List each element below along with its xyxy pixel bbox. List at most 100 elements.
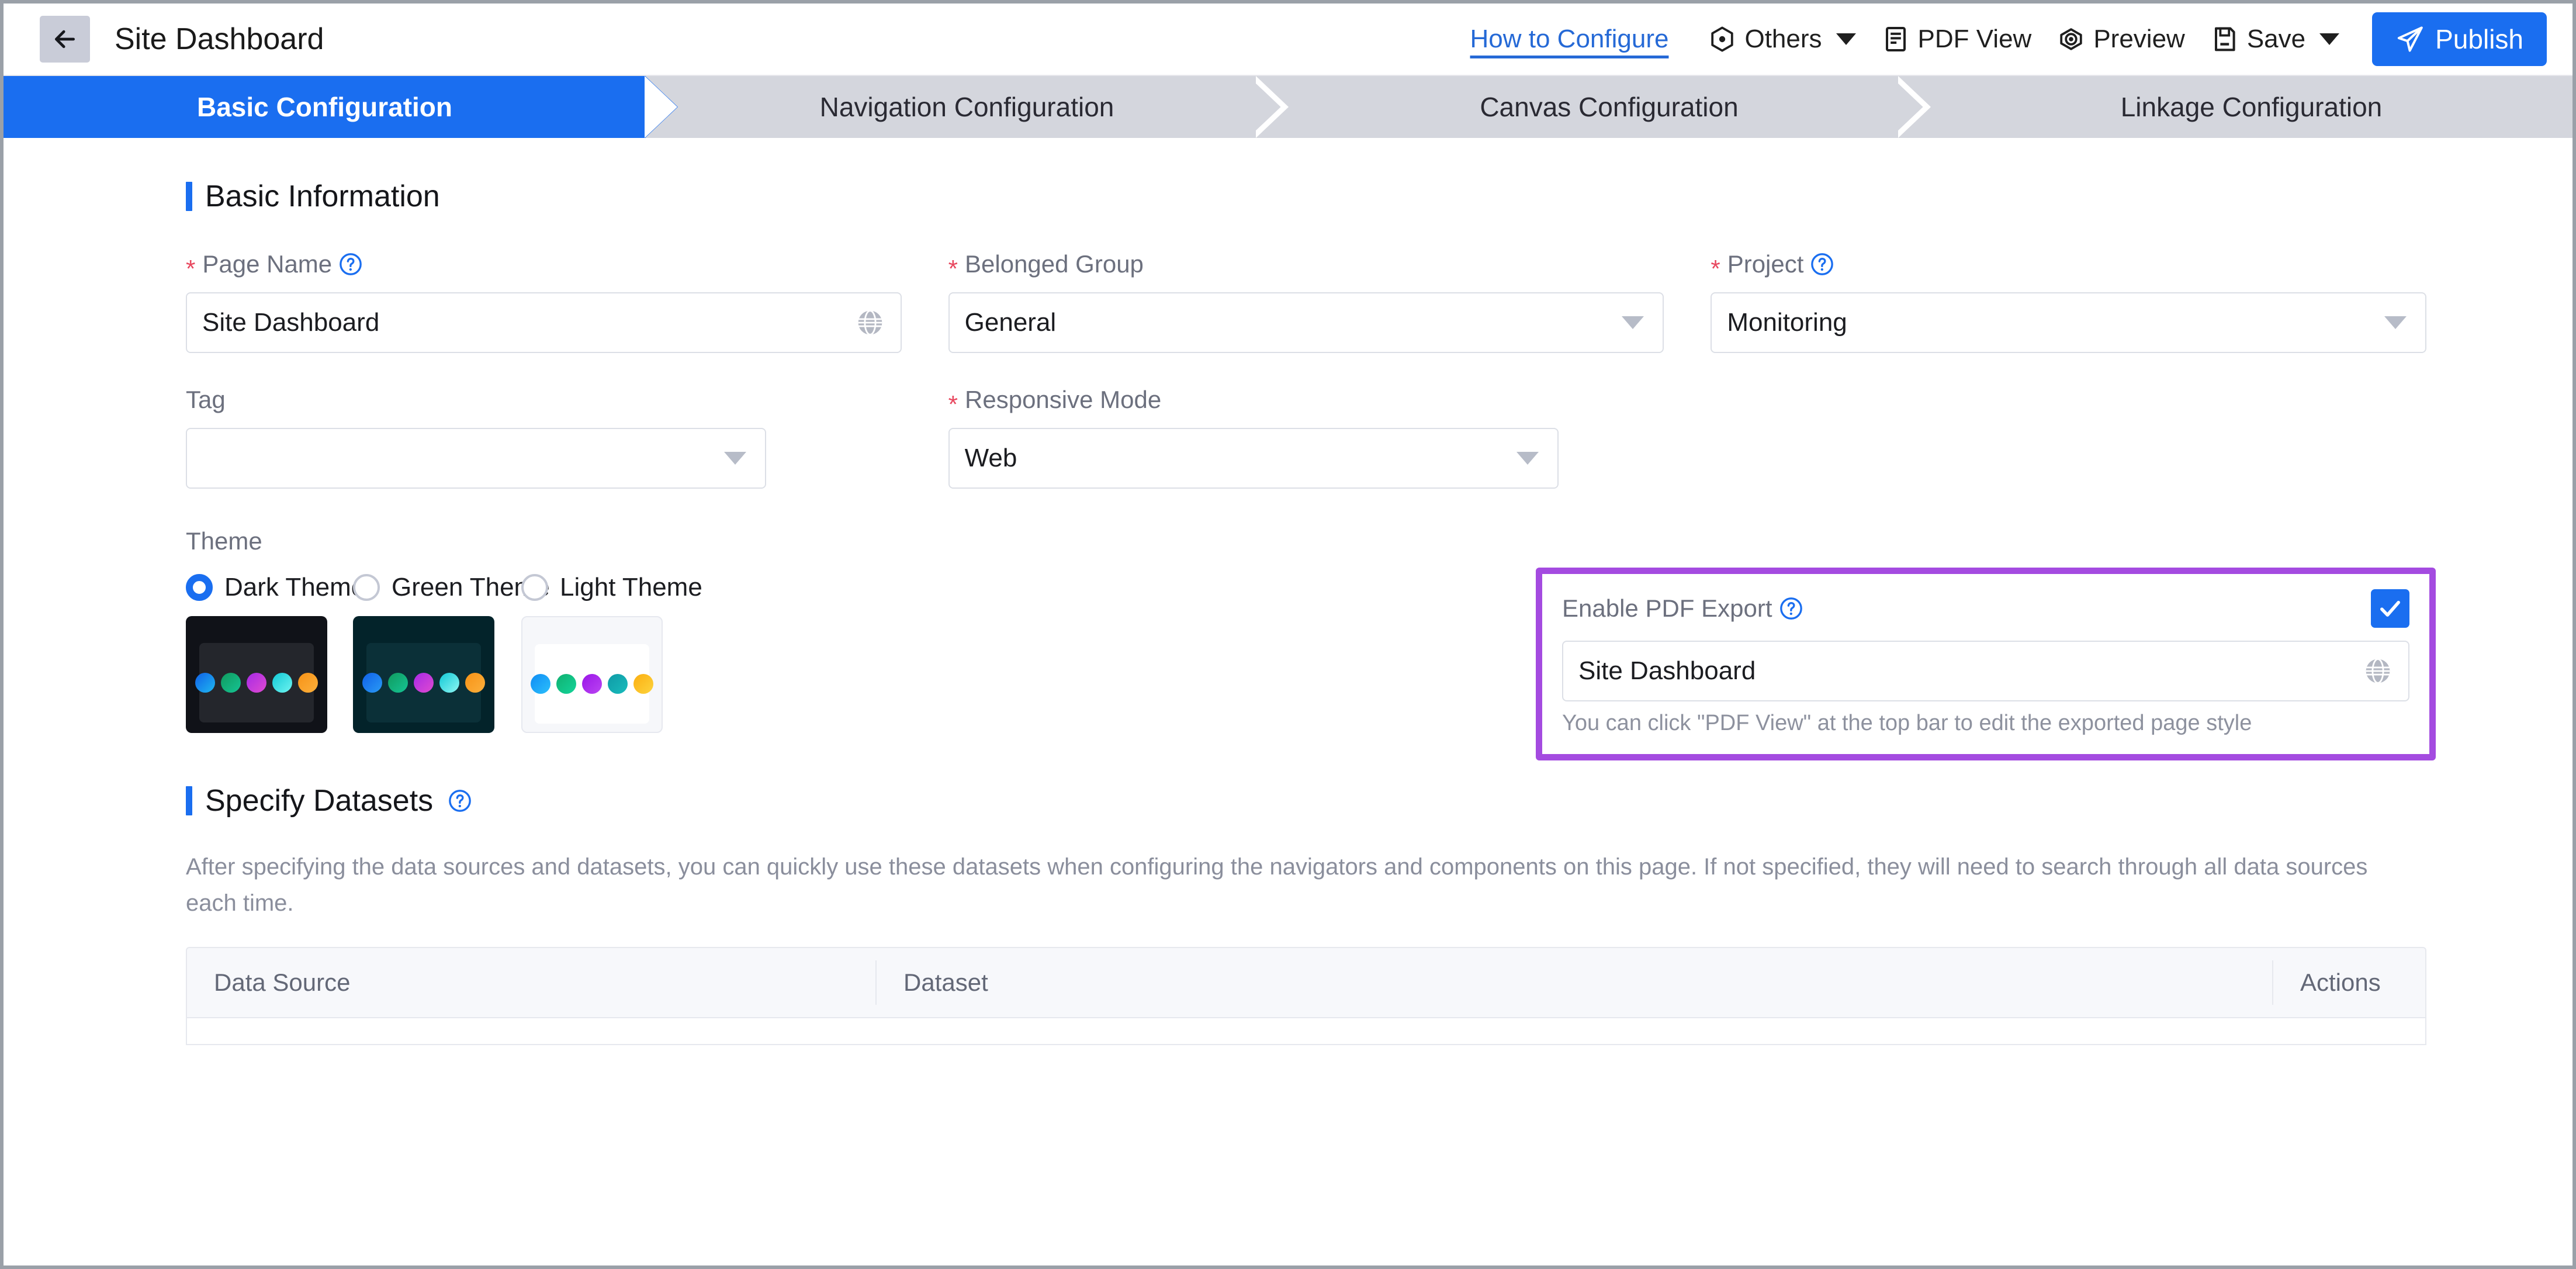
swatch-dot-1 bbox=[195, 673, 215, 693]
help-circle-icon[interactable] bbox=[448, 789, 472, 812]
specify-datasets-heading: Specify Datasets bbox=[186, 783, 2572, 818]
field-tag: Tag bbox=[186, 386, 902, 489]
pdf-export-name-input[interactable]: Site Dashboard bbox=[1562, 641, 2409, 701]
page-name-value: Site Dashboard bbox=[202, 308, 380, 337]
help-circle-icon[interactable] bbox=[339, 253, 362, 276]
swatch-dot-5 bbox=[465, 673, 485, 693]
eye-icon bbox=[2060, 28, 2083, 50]
theme-green-radio-row[interactable]: Green Theme bbox=[353, 573, 550, 602]
swatch-dot-2 bbox=[388, 673, 408, 693]
theme-dark-inner bbox=[195, 643, 318, 722]
chevron-down-icon bbox=[2384, 316, 2407, 329]
step-canvas-configuration[interactable]: Canvas Configuration bbox=[1288, 76, 1930, 138]
required-asterisk: * bbox=[186, 255, 196, 282]
pdf-export-hint: You can click "PDF View" at the top bar … bbox=[1562, 711, 2252, 735]
project-value: Monitoring bbox=[1727, 308, 1847, 337]
column-header-data-source: Data Source bbox=[187, 960, 877, 1005]
swatch-dot-2 bbox=[221, 673, 241, 693]
step-linkage-configuration[interactable]: Linkage Configuration bbox=[1930, 76, 2572, 138]
section-accent-bar bbox=[186, 182, 192, 211]
check-icon bbox=[2380, 600, 2400, 617]
publish-label: Publish bbox=[2435, 24, 2523, 54]
pdf-view-label: PDF View bbox=[1917, 25, 2032, 53]
responsive-mode-value: Web bbox=[964, 444, 1017, 472]
required-asterisk: * bbox=[1711, 255, 1720, 282]
step-basic-configuration[interactable]: Basic Configuration bbox=[4, 76, 678, 138]
theme-option-green[interactable]: Green Theme bbox=[353, 573, 550, 733]
help-circle-icon[interactable] bbox=[1779, 597, 1803, 620]
pdf-export-name-value: Site Dashboard bbox=[1578, 656, 1756, 685]
radio-dark-theme[interactable] bbox=[186, 574, 213, 601]
field-pdf-export-placeholder bbox=[1711, 386, 2426, 489]
swatch-dot-4 bbox=[272, 673, 292, 693]
floppy-save-icon bbox=[2214, 27, 2235, 51]
chevron-down-icon bbox=[723, 452, 746, 465]
field-project: * Project Monitoring bbox=[1711, 250, 2426, 353]
required-asterisk: * bbox=[948, 390, 958, 418]
theme-dark-label: Dark Theme bbox=[224, 573, 366, 601]
enable-pdf-export-checkbox[interactable] bbox=[2371, 589, 2409, 628]
hexagon-dot-icon bbox=[1711, 26, 1734, 52]
enable-pdf-export-card: Enable PDF Export Site Dashboard You can… bbox=[1536, 568, 2436, 760]
belonged-group-value: General bbox=[964, 308, 1057, 337]
tag-label: Tag bbox=[186, 386, 902, 414]
specify-datasets-description: After specifying the data sources and da… bbox=[186, 854, 2368, 916]
basic-info-form: * Page Name Site Dashboard * Belonged Gr… bbox=[186, 214, 2426, 489]
swatch-dot-3 bbox=[247, 673, 266, 693]
swatch-dot-3 bbox=[582, 674, 602, 694]
label-text: Enable PDF Export bbox=[1562, 594, 1772, 622]
pdf-view-button[interactable]: PDF View bbox=[1869, 19, 2045, 60]
help-circle-icon[interactable] bbox=[1810, 253, 1834, 276]
preview-button[interactable]: Preview bbox=[2044, 19, 2198, 60]
section-title: Specify Datasets bbox=[205, 784, 434, 818]
theme-light-label: Light Theme bbox=[560, 573, 702, 601]
theme-dark-preview bbox=[186, 616, 327, 733]
swatch-dot-2 bbox=[556, 674, 576, 694]
label-text: Belonged Group bbox=[965, 250, 1144, 278]
project-select[interactable]: Monitoring bbox=[1711, 292, 2426, 353]
label-text: Page Name bbox=[202, 250, 333, 278]
swatch-dot-5 bbox=[298, 673, 318, 693]
belonged-group-select[interactable]: General bbox=[948, 292, 1664, 353]
how-to-configure-link[interactable]: How to Configure bbox=[1470, 25, 1669, 54]
theme-green-preview bbox=[353, 616, 494, 733]
theme-light-inner bbox=[531, 644, 653, 724]
main-content: Basic Information * Page Name Site Dashb… bbox=[4, 138, 2572, 1265]
step-navigation-configuration[interactable]: Navigation Configuration bbox=[646, 76, 1288, 138]
swatch-dot-4 bbox=[608, 674, 628, 694]
globe-icon[interactable] bbox=[855, 307, 885, 338]
swatch-dot-4 bbox=[439, 673, 459, 693]
field-responsive-mode: * Responsive Mode Web bbox=[948, 386, 1664, 489]
back-button[interactable] bbox=[40, 16, 90, 63]
arrow-left-icon bbox=[54, 30, 75, 49]
theme-light-preview bbox=[521, 616, 663, 733]
toolbar-actions: How to Configure Others PDF View Preview… bbox=[1470, 4, 2547, 75]
page-name-input[interactable]: Site Dashboard bbox=[186, 292, 902, 353]
theme-option-dark[interactable]: Dark Theme bbox=[186, 573, 365, 733]
theme-option-light[interactable]: Light Theme bbox=[521, 573, 702, 733]
chevron-down-icon bbox=[1836, 33, 1856, 45]
theme-light-radio-row[interactable]: Light Theme bbox=[521, 573, 702, 602]
section-accent-bar bbox=[186, 786, 192, 815]
column-header-actions: Actions bbox=[2300, 969, 2381, 996]
globe-icon[interactable] bbox=[2363, 656, 2393, 686]
theme-dark-radio-row[interactable]: Dark Theme bbox=[186, 573, 365, 602]
responsive-mode-label: * Responsive Mode bbox=[948, 386, 1664, 418]
chevron-down-icon bbox=[1622, 316, 1644, 329]
theme-green-inner bbox=[362, 643, 485, 722]
others-menu-button[interactable]: Others bbox=[1695, 19, 1868, 60]
column-header-dataset: Dataset bbox=[877, 960, 2273, 1005]
swatch-dot-3 bbox=[414, 673, 434, 693]
field-belonged-group: * Belonged Group General bbox=[948, 250, 1664, 353]
top-toolbar: Site Dashboard How to Configure Others P… bbox=[4, 4, 2572, 76]
publish-button[interactable]: Publish bbox=[2372, 12, 2547, 66]
document-lines-icon bbox=[1885, 27, 1906, 51]
field-page-name: * Page Name Site Dashboard bbox=[186, 250, 902, 353]
tag-select[interactable] bbox=[186, 428, 766, 489]
datasets-table-header: Data Source Dataset Actions bbox=[187, 948, 2425, 1017]
radio-light-theme[interactable] bbox=[521, 574, 548, 601]
radio-green-theme[interactable] bbox=[353, 574, 380, 601]
required-asterisk: * bbox=[948, 255, 958, 282]
responsive-mode-select[interactable]: Web bbox=[948, 428, 1559, 489]
save-menu-button[interactable]: Save bbox=[2198, 19, 2352, 60]
